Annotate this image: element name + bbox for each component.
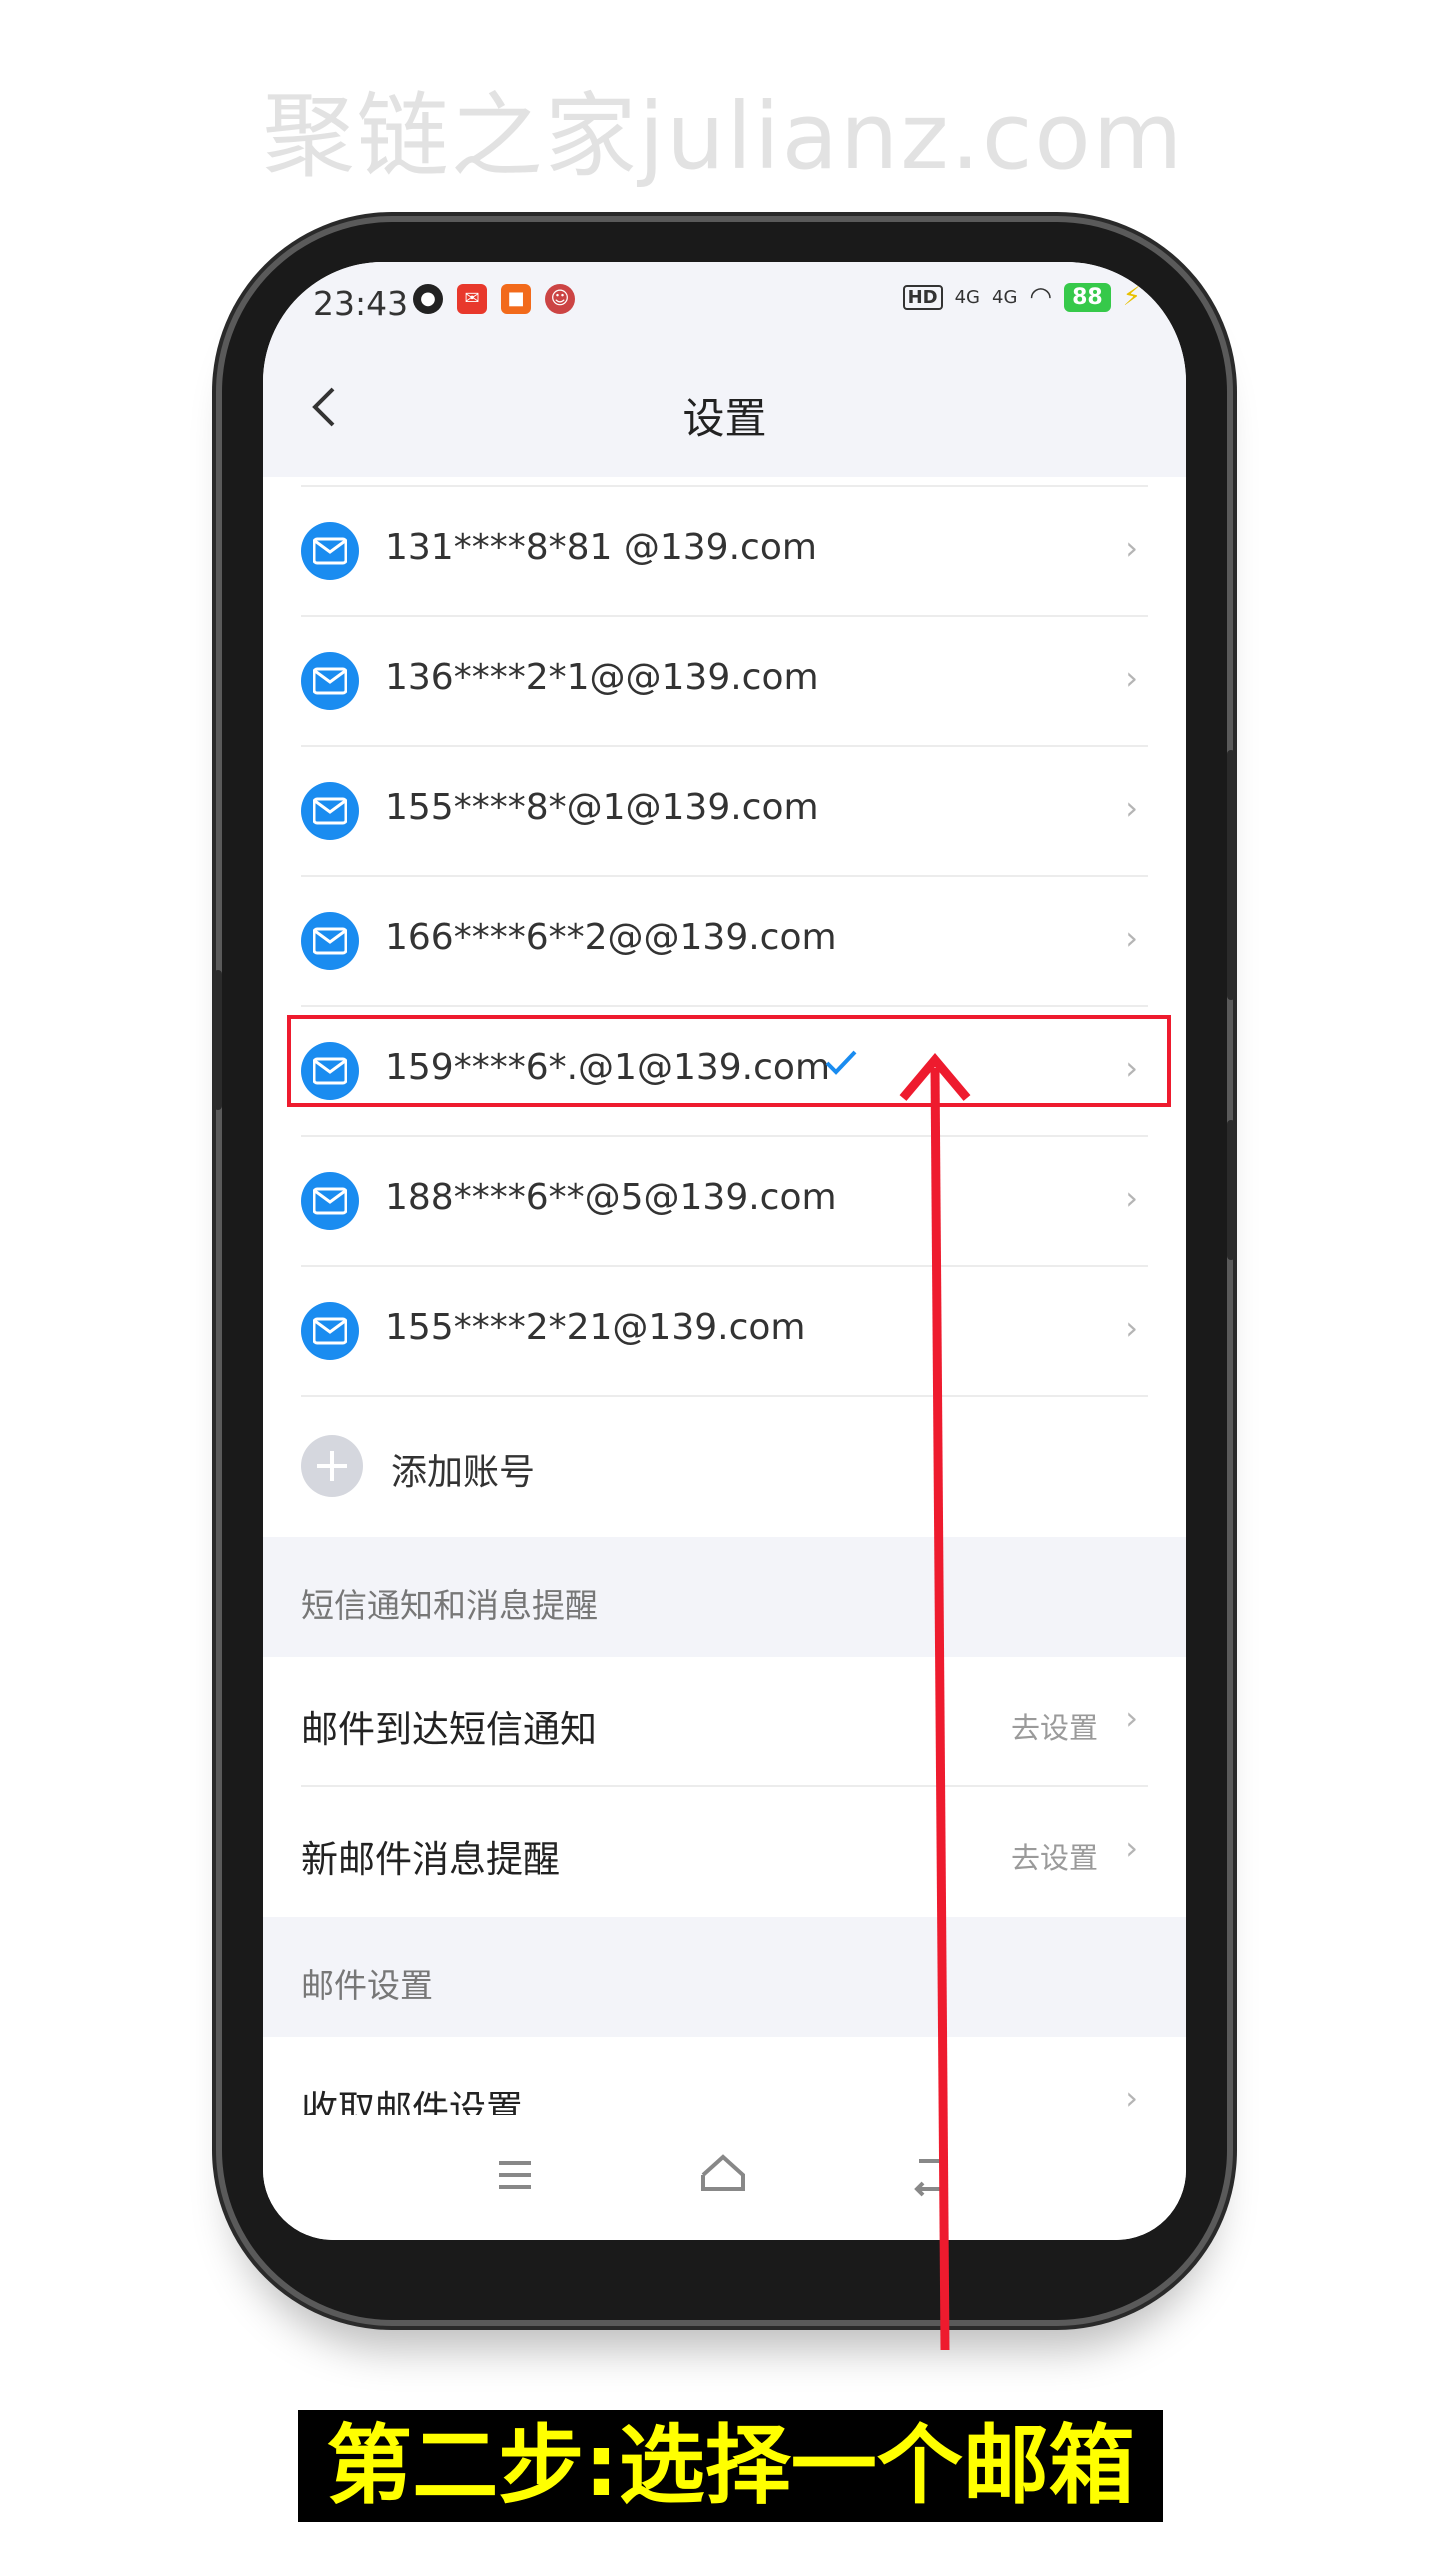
step-caption: 第二步:选择一个邮箱 <box>298 2410 1163 2522</box>
annotation-arrow <box>899 1053 971 2351</box>
